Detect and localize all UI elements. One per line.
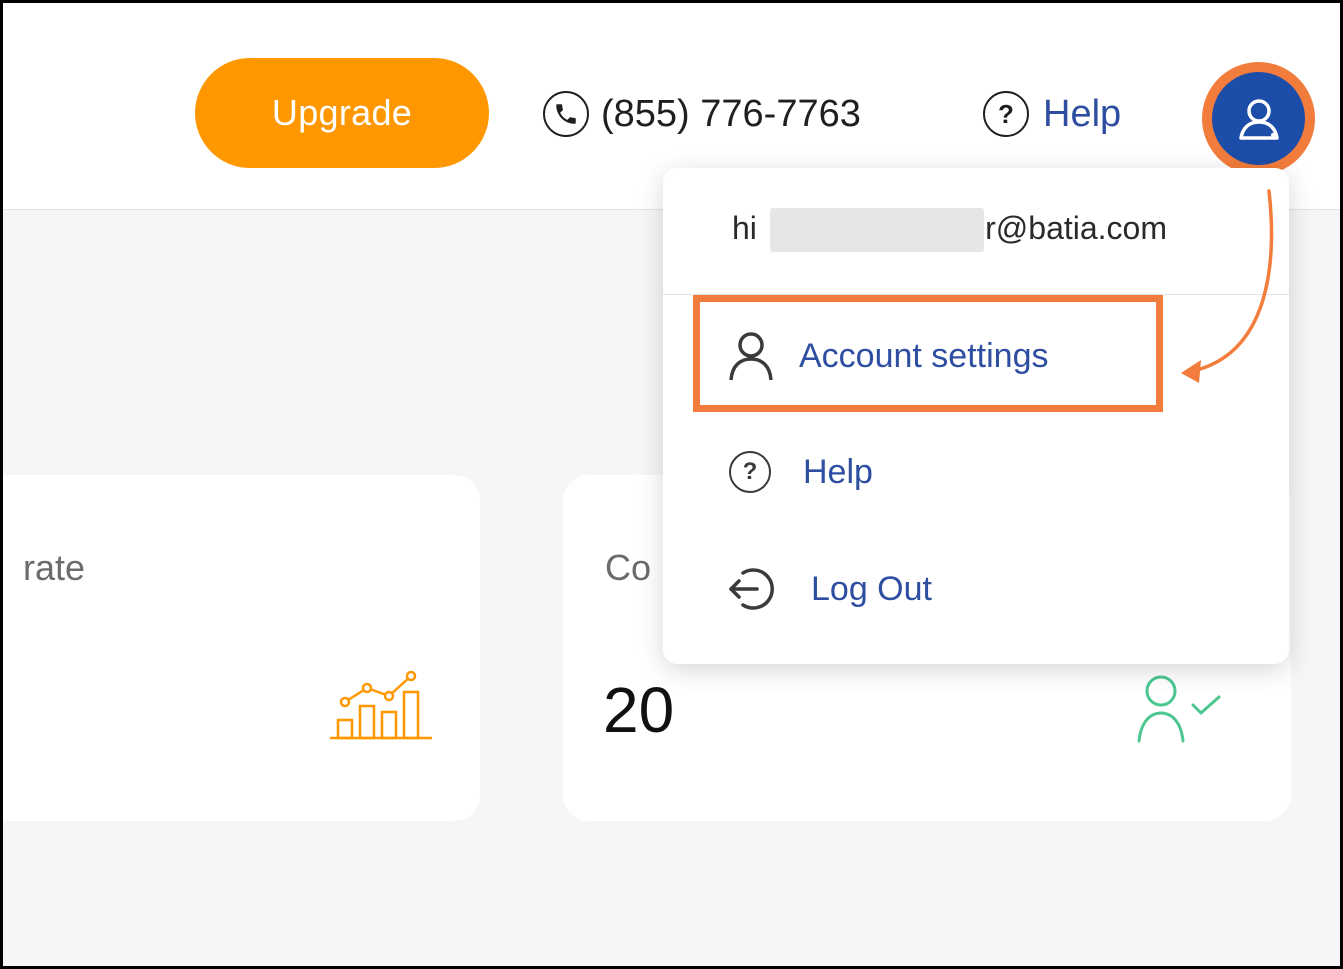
menu-item-label: Log Out [811,569,932,608]
stat-card-rate: rate [3,475,480,821]
menu-divider [663,294,1289,295]
question-icon: ? [983,91,1029,137]
question-icon: ? [729,451,771,493]
phone-contact[interactable]: (855) 776-7763 [543,89,861,139]
user-check-icon [1137,675,1221,743]
email-suffix: lir@batia.com [970,210,1167,246]
help-label: Help [1043,92,1122,135]
account-menu-dropdown: hi lir@batia.com Account settings ? Help [663,168,1289,664]
upgrade-button[interactable]: Upgrade [195,58,489,168]
menu-item-logout[interactable]: Log Out [663,544,1289,634]
avatar [1212,72,1305,165]
menu-item-help[interactable]: ? Help [663,427,1289,517]
phone-icon [543,91,589,137]
stat-card-value: 20 [603,674,675,746]
email-prefix: hi [732,210,757,246]
stat-card-title: rate [23,547,86,588]
stat-card-title: Co [605,547,652,588]
person-icon [729,332,773,381]
header-help-link[interactable]: ? Help [983,89,1121,139]
menu-item-label: Help [803,452,873,491]
chart-icon [330,670,432,740]
user-icon [1238,98,1279,140]
menu-item-label: Account settings [799,336,1049,375]
menu-item-account-settings[interactable]: Account settings [663,311,1289,401]
user-avatar-button[interactable] [1202,62,1315,175]
screenshot-frame: Upgrade (855) 776-7763 ? Help rate Co 20… [0,0,1343,969]
email-redaction-blur [770,208,984,252]
phone-number: (855) 776-7763 [601,92,861,135]
logout-icon [729,568,774,610]
